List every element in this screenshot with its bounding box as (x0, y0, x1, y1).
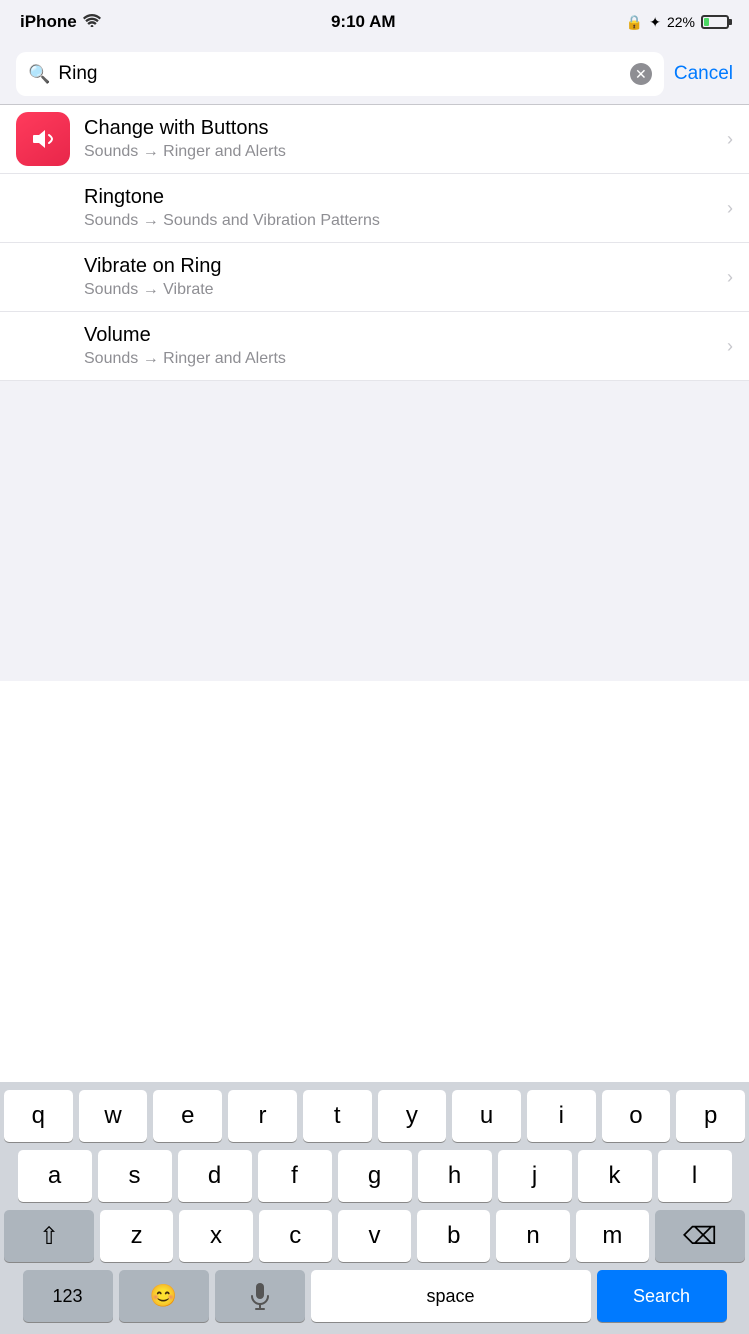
key-j[interactable]: j (498, 1150, 572, 1202)
list-item[interactable]: Volume Sounds → Ringer and Alerts › (0, 312, 749, 381)
result-title: Vibrate on Ring (84, 255, 727, 278)
battery-percent: 22% (667, 14, 695, 30)
search-input-wrapper[interactable]: 🔍 ✕ (16, 52, 664, 96)
keyboard-row-1: q w e r t y u i o p (4, 1090, 745, 1142)
key-i[interactable]: i (527, 1090, 596, 1142)
key-s[interactable]: s (98, 1150, 172, 1202)
key-d[interactable]: d (178, 1150, 252, 1202)
key-a[interactable]: a (18, 1150, 92, 1202)
status-right: 🔒 ✦ 22% (626, 14, 729, 31)
sounds-icon (16, 112, 70, 166)
result-subtitle: Sounds → Ringer and Alerts (84, 143, 727, 161)
key-t[interactable]: t (303, 1090, 372, 1142)
key-c[interactable]: c (259, 1210, 332, 1262)
chevron-right-icon: › (727, 129, 733, 150)
key-f[interactable]: f (258, 1150, 332, 1202)
key-x[interactable]: x (179, 1210, 252, 1262)
key-g[interactable]: g (338, 1150, 412, 1202)
status-time: 9:10 AM (331, 12, 396, 32)
results-list: Change with Buttons Sounds → Ringer and … (0, 104, 749, 381)
result-subtitle: Sounds → Sounds and Vibration Patterns (84, 212, 727, 230)
key-u[interactable]: u (452, 1090, 521, 1142)
key-h[interactable]: h (418, 1150, 492, 1202)
empty-area (0, 381, 749, 681)
space-key[interactable]: space (311, 1270, 591, 1322)
search-bar-container: 🔍 ✕ Cancel (0, 44, 749, 104)
search-key[interactable]: Search (597, 1270, 727, 1322)
result-title: Change with Buttons (84, 117, 727, 140)
key-v[interactable]: v (338, 1210, 411, 1262)
bluetooth-icon: ✦ (649, 14, 661, 31)
result-text: Volume Sounds → Ringer and Alerts (84, 312, 727, 380)
wifi-icon (83, 12, 101, 32)
key-k[interactable]: k (578, 1150, 652, 1202)
key-z[interactable]: z (100, 1210, 173, 1262)
list-item[interactable]: Change with Buttons Sounds → Ringer and … (0, 105, 749, 174)
lock-icon: 🔒 (626, 14, 643, 31)
status-left: iPhone (20, 12, 101, 32)
key-y[interactable]: y (378, 1090, 447, 1142)
key-b[interactable]: b (417, 1210, 490, 1262)
shift-key[interactable]: ⇧ (4, 1210, 94, 1262)
key-q[interactable]: q (4, 1090, 73, 1142)
key-o[interactable]: o (602, 1090, 671, 1142)
key-l[interactable]: l (658, 1150, 732, 1202)
chevron-right-icon: › (727, 198, 733, 219)
result-subtitle: Sounds → Ringer and Alerts (84, 350, 727, 368)
result-text: Vibrate on Ring Sounds → Vibrate (84, 243, 727, 311)
result-subtitle: Sounds → Vibrate (84, 281, 727, 299)
keyboard-row-3: ⇧ z x c v b n m ⌫ (4, 1210, 745, 1262)
carrier-label: iPhone (20, 12, 77, 32)
mic-key[interactable] (215, 1270, 305, 1322)
chevron-right-icon: › (727, 267, 733, 288)
battery-icon (701, 15, 729, 29)
clear-button[interactable]: ✕ (630, 63, 652, 85)
key-m[interactable]: m (576, 1210, 649, 1262)
list-item[interactable]: Vibrate on Ring Sounds → Vibrate › (0, 243, 749, 312)
result-title: Ringtone (84, 186, 727, 209)
search-icon: 🔍 (28, 64, 50, 85)
key-n[interactable]: n (496, 1210, 569, 1262)
cancel-button[interactable]: Cancel (674, 63, 733, 85)
keyboard-row-4: 123 😊 space Search (4, 1270, 745, 1322)
result-text: Ringtone Sounds → Sounds and Vibration P… (84, 174, 727, 242)
list-item[interactable]: Ringtone Sounds → Sounds and Vibration P… (0, 174, 749, 243)
result-title: Volume (84, 324, 727, 347)
result-text: Change with Buttons Sounds → Ringer and … (84, 105, 727, 173)
status-bar: iPhone 9:10 AM 🔒 ✦ 22% (0, 0, 749, 44)
numbers-key[interactable]: 123 (23, 1270, 113, 1322)
search-input[interactable] (58, 63, 621, 85)
key-e[interactable]: e (153, 1090, 222, 1142)
delete-key[interactable]: ⌫ (655, 1210, 745, 1262)
keyboard-row-2: a s d f g h j k l (4, 1150, 745, 1202)
key-p[interactable]: p (676, 1090, 745, 1142)
key-r[interactable]: r (228, 1090, 297, 1142)
chevron-right-icon: › (727, 336, 733, 357)
key-w[interactable]: w (79, 1090, 148, 1142)
keyboard: q w e r t y u i o p a s d f g h j k l ⇧ … (0, 1082, 749, 1334)
emoji-key[interactable]: 😊 (119, 1270, 209, 1322)
